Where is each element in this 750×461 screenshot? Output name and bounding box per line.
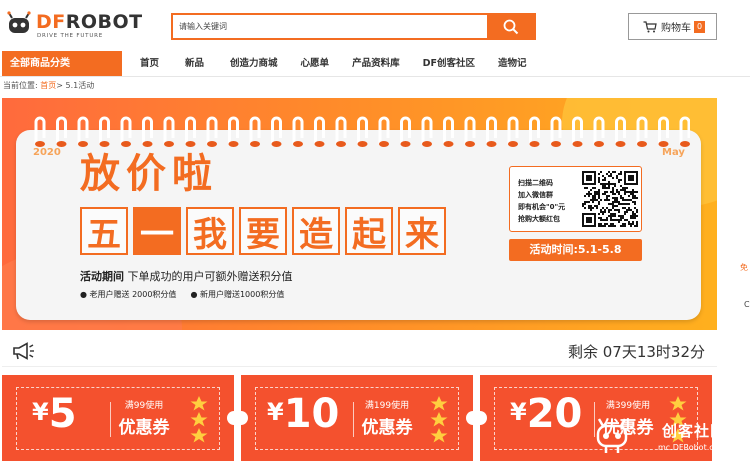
side-tab[interactable]: 免	[740, 262, 750, 273]
activity-period: 活动期间 下单成功的用户可额外赠送积分值	[80, 270, 293, 283]
cart-button[interactable]: 购物车 0	[628, 13, 717, 40]
coupon-10[interactable]: ¥10 满199使用 优惠券	[241, 375, 473, 461]
all-categories-button[interactable]: 全部商品分类	[2, 51, 122, 76]
coupon-5[interactable]: ¥5 满99使用 优惠券	[2, 375, 234, 461]
calendar-rings	[34, 116, 690, 147]
countdown-text: 剩余 07天13时32分	[567, 343, 705, 361]
banner-year: 2020	[33, 147, 61, 158]
bonus-bullets: ● 老用户赠送 2000积分值 ● 新用户赠送1000积分值	[80, 290, 285, 299]
qr-card: 扫描二维码 加入微信群 即有机会"0"元 抢购大额红包	[509, 166, 642, 232]
nav-item-community[interactable]: DF创客社区	[423, 51, 475, 76]
qr-instructions: 扫描二维码 加入微信群 即有机会"0"元 抢购大额红包	[518, 179, 566, 223]
qr-code-icon[interactable]	[582, 171, 638, 227]
nav-item-makelog[interactable]: 造物记	[498, 51, 527, 76]
banner-title-line2: 五 一 我 要 造 起 来	[80, 207, 451, 255]
cart-label: 购物车	[661, 23, 691, 34]
nav-items: 首页 新品 创造力商城 心愿单 产品资料库 DF创客社区 造物记	[140, 51, 526, 76]
main-nav: 全部商品分类 首页 新品 创造力商城 心愿单 产品资料库 DF创客社区 造物记	[0, 51, 750, 77]
nav-item-docs[interactable]: 产品资料库	[352, 51, 400, 76]
dfrobot-logo[interactable]: DFROBOT DRIVE THE FUTURE	[6, 11, 142, 41]
side-peek: C	[744, 300, 750, 309]
community-logo-icon	[596, 418, 628, 453]
search-box	[171, 13, 536, 40]
banner-title-line1: 放 价 啦	[80, 151, 212, 197]
watermark-url: mc.DFRobot.com.cn	[658, 443, 739, 452]
robot-logo-icon	[7, 11, 31, 33]
brand-tagline: DRIVE THE FUTURE	[37, 33, 104, 39]
nav-item-wishlist[interactable]: 心愿单	[301, 51, 330, 76]
nav-item-new[interactable]: 新品	[185, 51, 204, 76]
banner-month: May	[662, 147, 685, 158]
breadcrumb: 当前位置: 首页> 5.1活动	[3, 81, 95, 90]
star-icon	[430, 396, 448, 443]
breadcrumb-current: 5.1活动	[65, 81, 95, 90]
community-watermark: 创客社区 mc.DFRobot.com.cn	[588, 416, 748, 460]
watermark-title: 创客社区	[662, 422, 727, 440]
search-icon	[503, 19, 518, 34]
search-button[interactable]	[487, 15, 534, 38]
search-input[interactable]	[173, 15, 487, 38]
nav-divider	[0, 76, 750, 77]
cart-count-badge: 0	[694, 20, 706, 33]
nav-item-home[interactable]: 首页	[140, 51, 159, 76]
brand-name: DFROBOT	[36, 11, 143, 33]
activity-dates: 活动时间:5.1-5.8	[509, 239, 642, 261]
cart-icon	[643, 20, 657, 32]
star-icon	[190, 396, 208, 443]
countdown-row: 剩余 07天13时32分	[2, 335, 717, 367]
nav-item-store[interactable]: 创造力商城	[230, 51, 278, 76]
megaphone-icon	[13, 342, 34, 360]
breadcrumb-home-link[interactable]: 首页	[40, 81, 56, 90]
site-header: DFROBOT DRIVE THE FUTURE 购物车 0	[0, 0, 750, 50]
